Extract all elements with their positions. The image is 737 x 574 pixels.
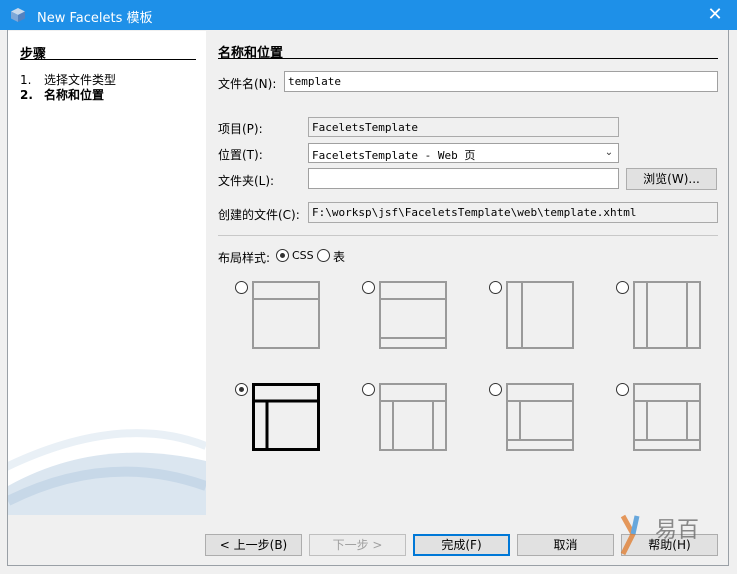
location-value: FaceletsTemplate - Web 页 [312, 149, 476, 162]
layout-thumbnail[interactable] [252, 281, 320, 349]
css-radio-label: CSS [292, 249, 314, 262]
css-radio[interactable] [276, 249, 289, 262]
chevron-down-icon[interactable]: ⌄ [600, 144, 618, 162]
layout-radio[interactable] [489, 383, 502, 396]
layout-radio[interactable] [616, 281, 629, 294]
step-label: 名称和位置 [44, 88, 105, 102]
layout-radio[interactable] [235, 281, 248, 294]
watermark-logo: 易百 [615, 510, 725, 560]
filename-label: 文件名(N): [218, 77, 277, 91]
layout-thumbnail[interactable] [633, 383, 701, 451]
browse-button[interactable]: 浏览(W)... [626, 168, 717, 190]
location-select[interactable]: FaceletsTemplate - Web 页 [308, 143, 619, 163]
created-file-field: F:\worksp\jsf\FaceletsTemplate\web\templ… [308, 202, 718, 223]
back-button[interactable]: < 上一步(B) [205, 534, 302, 556]
layout-thumbnail[interactable] [506, 281, 574, 349]
step-item-current: 2. 名称和位置 [20, 88, 105, 102]
window-title: New Facelets 模板 [37, 11, 153, 26]
layout-radio[interactable] [489, 281, 502, 294]
table-radio-label: 表 [333, 250, 346, 264]
layout-radio[interactable] [616, 383, 629, 396]
table-radio[interactable] [317, 249, 330, 262]
project-label: 项目(P): [218, 122, 263, 136]
layout-thumbnail[interactable] [379, 383, 447, 451]
filename-input[interactable]: template [284, 71, 718, 92]
steps-panel: 步骤 1. 选择文件类型 2. 名称和位置 [8, 31, 206, 515]
section-divider [218, 58, 718, 59]
watermark-mark [620, 514, 640, 556]
layout-style-label: 布局样式: [218, 251, 271, 265]
netbeans-cube-icon [11, 8, 25, 22]
close-icon[interactable]: ✕ [701, 3, 729, 27]
cancel-button[interactable]: 取消 [517, 534, 614, 556]
layout-thumbnail-selected[interactable] [252, 383, 320, 451]
folder-label: 文件夹(L): [218, 174, 275, 188]
watermark-text: 易百 [655, 518, 700, 543]
created-file-label: 创建的文件(C): [218, 208, 300, 222]
decorative-swoosh [8, 429, 206, 515]
title-bar: New Facelets 模板 ✕ [0, 0, 737, 30]
layout-radio[interactable] [362, 281, 375, 294]
location-label: 位置(T): [218, 148, 263, 162]
finish-button[interactable]: 完成(F) [413, 534, 510, 556]
steps-divider [20, 59, 196, 60]
next-button[interactable]: 下一步 > [309, 534, 406, 556]
layout-thumbnail[interactable] [379, 281, 447, 349]
project-field: FaceletsTemplate [308, 117, 619, 137]
separator [218, 235, 718, 236]
step-label: 选择文件类型 [44, 73, 117, 87]
layout-thumbnail[interactable] [506, 383, 574, 451]
layout-thumbnail[interactable] [633, 281, 701, 349]
layout-radio-selected[interactable] [235, 383, 248, 396]
folder-input[interactable] [308, 168, 619, 189]
layout-radio[interactable] [362, 383, 375, 396]
